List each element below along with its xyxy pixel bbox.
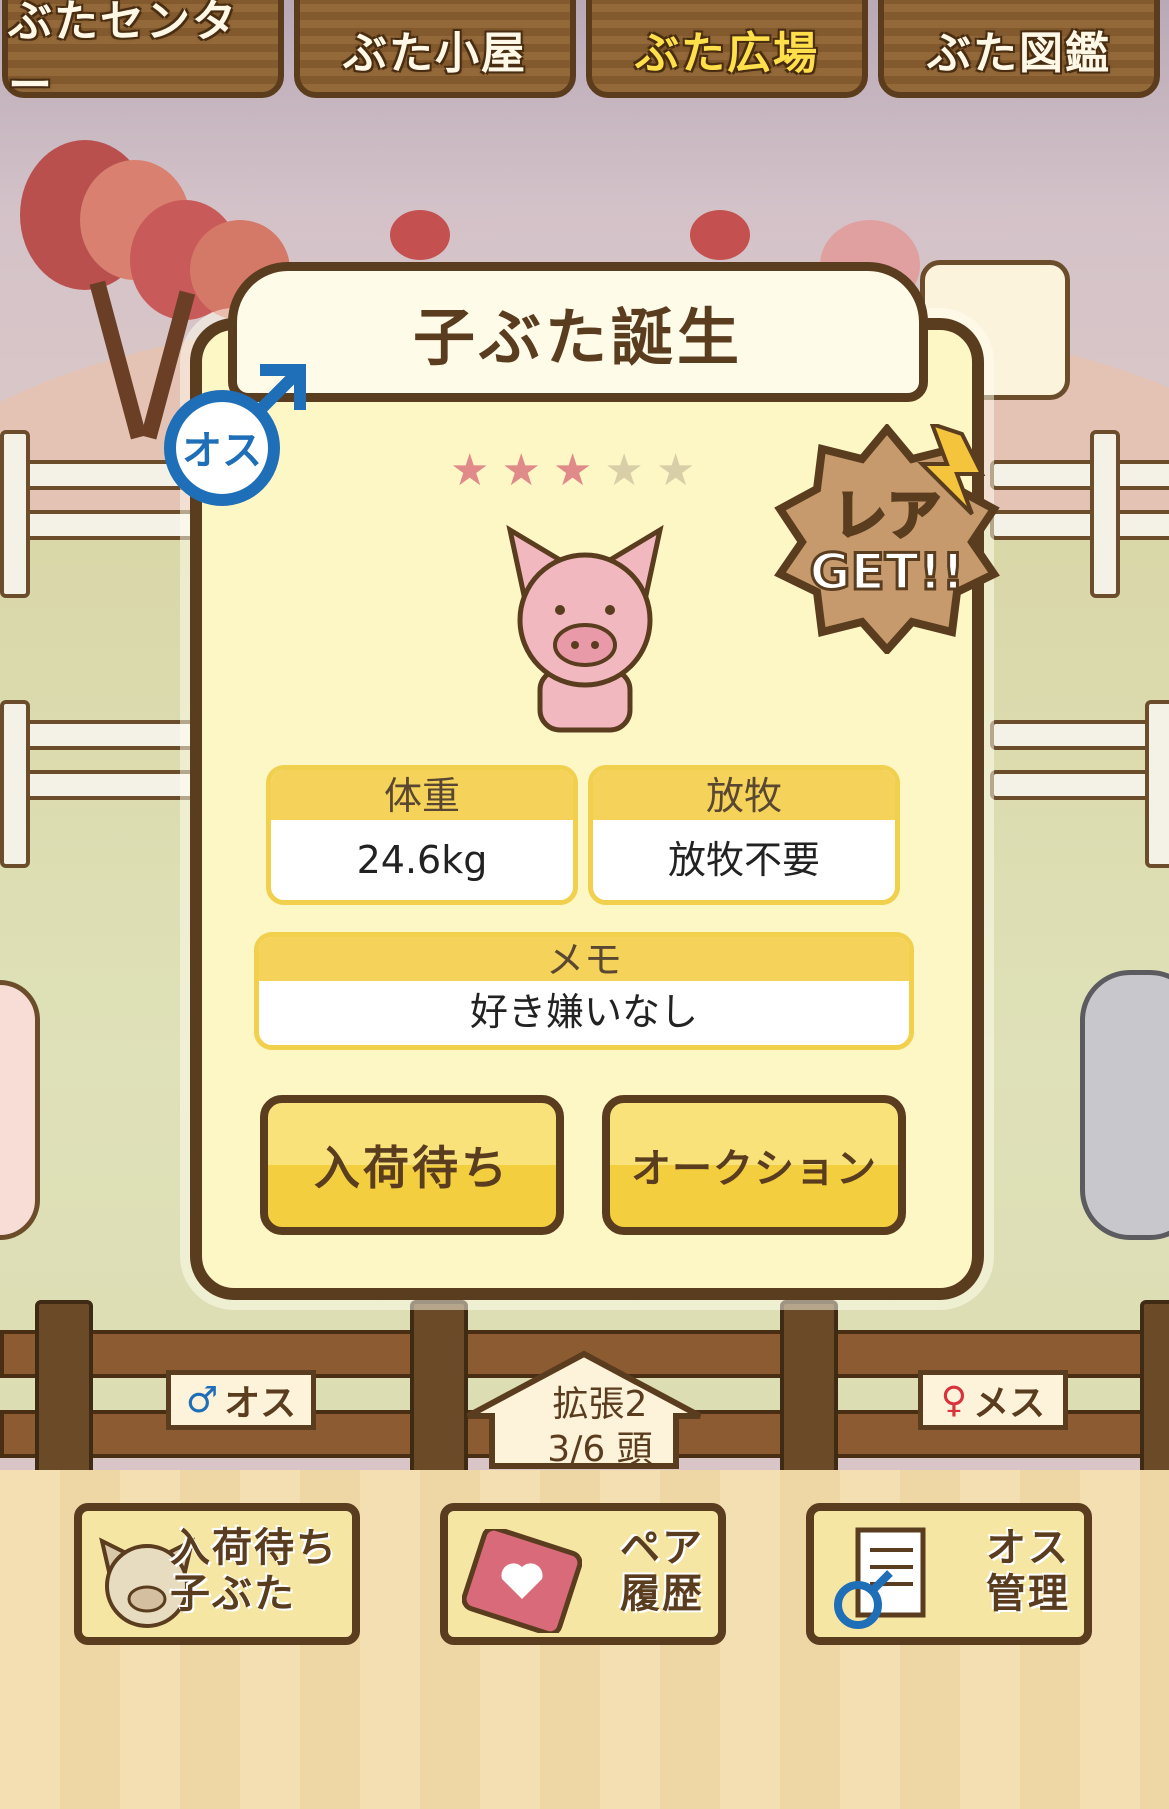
memo-value: 好き嫌いなし: [469, 990, 698, 1034]
tab-buta-hut[interactable]: ぶた小屋: [294, 0, 576, 98]
male-sign[interactable]: ♂ オス: [166, 1370, 316, 1430]
memo-field: メモ 好き嫌いなし: [254, 932, 914, 1050]
star-empty-icon: ★: [604, 445, 644, 496]
weight-field: 体重 24.6kg: [266, 765, 578, 905]
graze-label: 放牧: [593, 770, 895, 820]
gender-label: オス: [182, 428, 262, 474]
graze-value: 放牧不要: [667, 838, 820, 882]
male-manage-button[interactable]: オス 管理: [806, 1503, 1092, 1645]
pair-history-button[interactable]: ペア 履歴: [440, 1503, 726, 1645]
star-filled-icon: ★: [450, 445, 490, 496]
book-heart-icon: [462, 1529, 582, 1633]
star-filled-icon: ★: [552, 445, 593, 496]
memo-label: メモ: [259, 937, 909, 982]
waiting-button[interactable]: 入荷待ち: [260, 1095, 564, 1235]
pig-left-edge[interactable]: [0, 980, 40, 1240]
weight-label: 体重: [271, 770, 573, 820]
male-manage-label: オス 管理: [986, 1525, 1070, 1617]
knight-pig[interactable]: [1080, 970, 1169, 1240]
tab-buta-encyclopedia[interactable]: ぶた図鑑: [878, 0, 1160, 98]
pig-count: 3/6 頭: [547, 1429, 653, 1470]
star-empty-icon: ★: [655, 445, 696, 496]
pair-history-label: ペア 履歴: [620, 1525, 704, 1617]
female-symbol-icon: ♀: [940, 1379, 968, 1421]
tab-buta-square[interactable]: ぶた広場: [586, 0, 868, 98]
star-filled-icon: ★: [501, 445, 541, 496]
popup-title: 子ぶた誕生: [412, 301, 743, 374]
auction-button[interactable]: オークション: [602, 1095, 906, 1235]
rare-get-badge: レア GET!!: [774, 424, 1000, 654]
weight-value: 24.6kg: [356, 838, 488, 882]
svg-text:GET!!: GET!!: [810, 543, 965, 601]
popup-title-ribbon: 子ぶた誕生: [228, 262, 928, 402]
piglet-image: [506, 524, 664, 733]
waiting-piglets-button[interactable]: 入荷待ち 子ぶた: [74, 1503, 360, 1645]
male-icon: オス: [164, 364, 306, 506]
tab-buta-center[interactable]: ぶたセンター: [2, 0, 284, 111]
graze-field: 放牧 放牧不要: [588, 765, 900, 905]
female-sign[interactable]: ♀ メス: [918, 1370, 1068, 1430]
rarity-stars: ★ ★ ★ ★ ★: [450, 446, 730, 496]
male-symbol-icon: ♂: [185, 1379, 219, 1421]
male-document-icon: [834, 1527, 926, 1629]
waiting-piglets-label: 入荷待ち 子ぶた: [170, 1525, 338, 1617]
svg-text:レア: レア: [833, 484, 941, 547]
